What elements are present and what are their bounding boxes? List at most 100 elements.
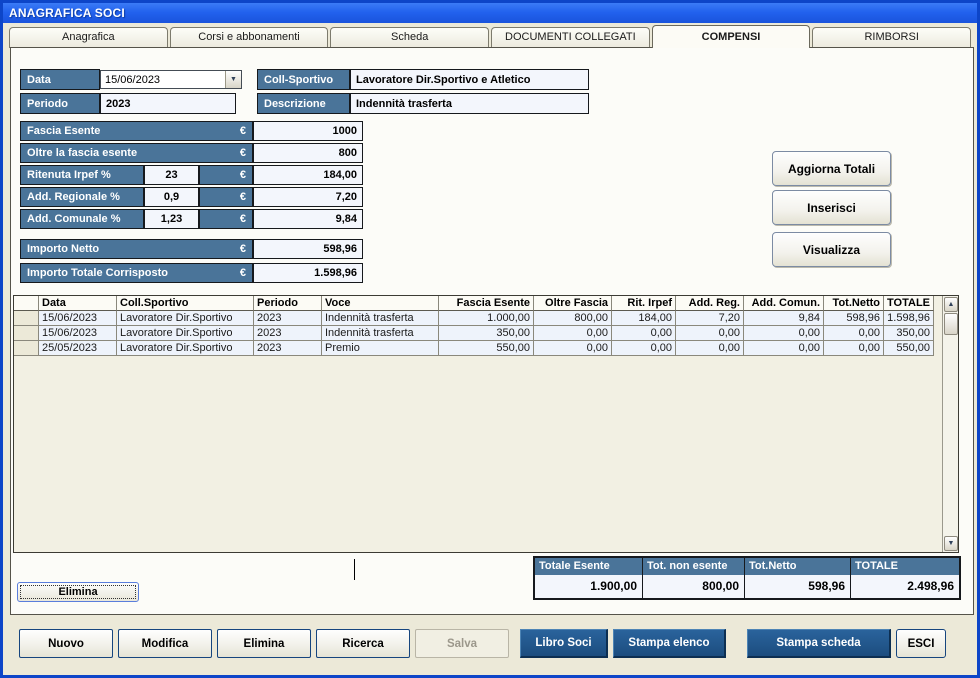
add-comunale-pct-field[interactable]: 1,23	[144, 209, 199, 229]
add-regionale-field[interactable]: 7,20	[253, 187, 363, 207]
cell-totnetto: 0,00	[824, 341, 884, 356]
cell-data: 15/06/2023	[39, 311, 117, 326]
fascia-esente-field[interactable]: 1000	[253, 121, 363, 141]
cell-oltre: 0,00	[534, 341, 612, 356]
tab-scheda[interactable]: Scheda	[330, 27, 489, 48]
importo-totale-field: 1.598,96	[253, 263, 363, 283]
euro-sign: €	[240, 125, 246, 137]
grid-header-row: Data Coll.Sportivo Periodo Voce Fascia E…	[14, 296, 958, 311]
add-comunale-field[interactable]: 9,84	[253, 209, 363, 229]
chevron-down-icon[interactable]: ▼	[225, 71, 241, 88]
add-comunale-label: Add. Comunale %	[20, 209, 144, 229]
col-data[interactable]: Data	[39, 296, 117, 311]
col-add-reg[interactable]: Add. Reg.	[676, 296, 744, 311]
libro-soci-button[interactable]: Libro Soci	[520, 629, 608, 658]
oltre-fascia-field[interactable]: 800	[253, 143, 363, 163]
tot-netto-value: 598,96	[745, 575, 851, 598]
cell-voce: Premio	[322, 341, 439, 356]
row-selector[interactable]	[14, 311, 39, 326]
ricerca-button[interactable]: Ricerca	[316, 629, 410, 658]
cell-addreg: 7,20	[676, 311, 744, 326]
descrizione-field[interactable]: Indennità trasferta	[350, 93, 589, 114]
cell-rit: 184,00	[612, 311, 676, 326]
col-oltre-fascia[interactable]: Oltre Fascia	[534, 296, 612, 311]
stampa-elenco-button[interactable]: Stampa elenco	[613, 629, 726, 658]
cell-addreg: 0,00	[676, 341, 744, 356]
nuovo-button[interactable]: Nuovo	[19, 629, 113, 658]
euro-sign: €	[240, 213, 246, 225]
periodo-field[interactable]: 2023	[100, 93, 236, 114]
visualizza-button[interactable]: Visualizza	[772, 232, 891, 267]
elimina-row-button[interactable]: Elimina	[17, 582, 139, 602]
data-date-combobox[interactable]: 15/06/2023 ▼	[100, 70, 242, 89]
importo-totale-label: Importo Totale Corrisposto€	[20, 263, 253, 283]
cell-oltre: 800,00	[534, 311, 612, 326]
col-tot-netto[interactable]: Tot.Netto	[824, 296, 884, 311]
grid-vertical-scrollbar[interactable]: ▲ ▼	[942, 296, 958, 552]
ritenuta-irpef-pct-field[interactable]: 23	[144, 165, 199, 185]
col-coll-sportivo[interactable]: Coll.Sportivo	[117, 296, 254, 311]
table-row[interactable]: 25/05/2023 Lavoratore Dir.Sportivo 2023 …	[14, 341, 958, 356]
cell-data: 15/06/2023	[39, 326, 117, 341]
scrollbar-thumb[interactable]	[944, 313, 958, 335]
stampa-scheda-button[interactable]: Stampa scheda	[747, 629, 891, 658]
table-row[interactable]: 15/06/2023 Lavoratore Dir.Sportivo 2023 …	[14, 326, 958, 341]
cell-totale: 1.598,96	[884, 311, 934, 326]
cell-voce: Indennità trasferta	[322, 326, 439, 341]
cell-rit: 0,00	[612, 326, 676, 341]
tot-non-esente-value: 800,00	[643, 575, 745, 598]
ritenuta-irpef-euro-label: €	[199, 165, 253, 185]
col-add-comun[interactable]: Add. Comun.	[744, 296, 824, 311]
cell-addcom: 0,00	[744, 326, 824, 341]
tab-documenti-collegati[interactable]: DOCUMENTI COLLEGATI	[491, 27, 650, 48]
scroll-up-icon[interactable]: ▲	[944, 297, 958, 312]
col-voce[interactable]: Voce	[322, 296, 439, 311]
cell-coll: Lavoratore Dir.Sportivo	[117, 311, 254, 326]
row-selector[interactable]	[14, 341, 39, 356]
cell-voce: Indennità trasferta	[322, 311, 439, 326]
cell-addreg: 0,00	[676, 326, 744, 341]
col-rit-irpef[interactable]: Rit. Irpef	[612, 296, 676, 311]
add-regionale-euro-label: €	[199, 187, 253, 207]
aggiorna-totali-button[interactable]: Aggiorna Totali	[772, 151, 891, 186]
descrizione-label: Descrizione	[257, 93, 350, 114]
esci-button[interactable]: ESCI	[896, 629, 946, 658]
row-selector[interactable]	[14, 326, 39, 341]
cell-fascia: 350,00	[439, 326, 534, 341]
add-regionale-label: Add. Regionale %	[20, 187, 144, 207]
importo-netto-field: 598,96	[253, 239, 363, 259]
tab-rimborsi[interactable]: RIMBORSI	[812, 27, 971, 48]
cell-rit: 0,00	[612, 341, 676, 356]
col-periodo[interactable]: Periodo	[254, 296, 322, 311]
cell-periodo: 2023	[254, 326, 322, 341]
col-totale[interactable]: TOTALE	[884, 296, 934, 311]
cell-fascia: 1.000,00	[439, 311, 534, 326]
add-regionale-pct-field[interactable]: 0,9	[144, 187, 199, 207]
totals-summary: Totale Esente Tot. non esente Tot.Netto …	[533, 556, 961, 600]
cell-addcom: 0,00	[744, 341, 824, 356]
tab-corsi-abbonamenti[interactable]: Corsi e abbonamenti	[170, 27, 329, 48]
coll-sportivo-field[interactable]: Lavoratore Dir.Sportivo e Atletico	[350, 69, 589, 90]
window-title: ANAGRAFICA SOCI	[3, 3, 977, 23]
tab-compensi[interactable]: COMPENSI	[652, 25, 811, 48]
cell-addcom: 9,84	[744, 311, 824, 326]
salva-button: Salva	[415, 629, 509, 658]
tab-strip: Anagrafica Corsi e abbonamenti Scheda DO…	[9, 27, 971, 48]
scroll-down-icon[interactable]: ▼	[944, 536, 958, 551]
tab-anagrafica[interactable]: Anagrafica	[9, 27, 168, 48]
cell-totnetto: 598,96	[824, 311, 884, 326]
col-fascia-esente[interactable]: Fascia Esente	[439, 296, 534, 311]
totale-value: 2.498,96	[851, 575, 959, 598]
inserisci-button[interactable]: Inserisci	[772, 190, 891, 225]
modifica-button[interactable]: Modifica	[118, 629, 212, 658]
ritenuta-irpef-field[interactable]: 184,00	[253, 165, 363, 185]
cell-fascia: 550,00	[439, 341, 534, 356]
cell-totnetto: 0,00	[824, 326, 884, 341]
coll-sportivo-label: Coll-Sportivo	[257, 69, 350, 90]
elimina-button[interactable]: Elimina	[217, 629, 311, 658]
compensi-grid: Data Coll.Sportivo Periodo Voce Fascia E…	[13, 295, 959, 553]
add-comunale-euro-label: €	[199, 209, 253, 229]
table-row[interactable]: 15/06/2023 Lavoratore Dir.Sportivo 2023 …	[14, 311, 958, 326]
anagrafica-soci-window: ANAGRAFICA SOCI Anagrafica Corsi e abbon…	[0, 0, 980, 678]
text-caret	[354, 559, 355, 580]
